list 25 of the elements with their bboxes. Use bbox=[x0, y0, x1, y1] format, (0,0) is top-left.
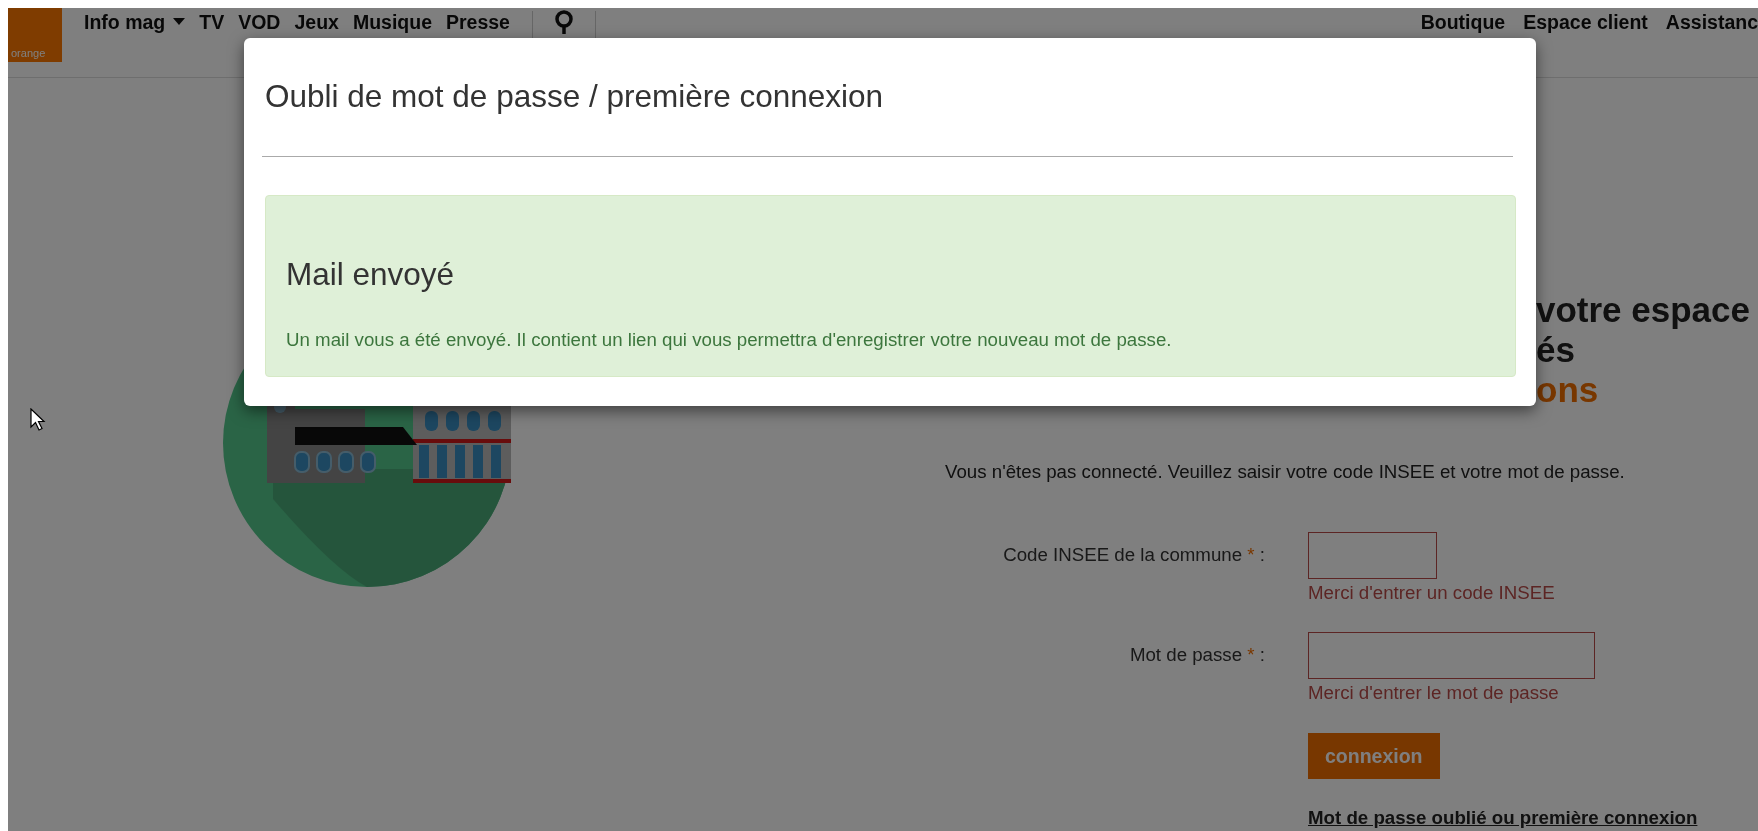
nav-link[interactable]: Assistanc bbox=[1665, 10, 1758, 33]
alert-message: Un mail vous a été envoyé. Il contient un lien qui vous permettra d'enregistrer votre nouveau mot de passe. bbox=[286, 330, 1172, 350]
nav-link[interactable]: Jeux bbox=[294, 10, 339, 33]
nav-link[interactable]: Boutique bbox=[1420, 10, 1506, 33]
modal-title: Oubli de mot de passe / première connexion bbox=[265, 77, 885, 114]
nav-link[interactable]: Musique bbox=[352, 10, 432, 33]
mouse-pointer-icon bbox=[30, 408, 46, 432]
caret-icon bbox=[173, 18, 186, 25]
login-instructions: Vous n'êtes pas connecté. Veuillez saisir votre code INSEE et votre mot de passe. bbox=[945, 462, 1625, 482]
error-message: Merci d'entrer le mot de passe bbox=[1308, 683, 1559, 703]
alert-heading: Mail envoyé bbox=[286, 256, 455, 292]
field-label: Code INSEE de la commune * : bbox=[1002, 545, 1265, 565]
error-message: Merci d'entrer un code INSEE bbox=[1308, 583, 1555, 603]
nav-link[interactable]: Presse bbox=[446, 10, 510, 33]
nav-link[interactable]: VOD bbox=[238, 10, 281, 33]
nav-link[interactable]: Espace client bbox=[1523, 10, 1648, 33]
field-label: Mot de passe * : bbox=[1128, 645, 1265, 665]
forgot-password-link[interactable]: Mot de passe oublié ou première connexion bbox=[1308, 808, 1698, 828]
input-field[interactable] bbox=[1308, 632, 1595, 679]
nav-link[interactable]: TV bbox=[199, 10, 225, 33]
input-field[interactable] bbox=[1308, 532, 1437, 579]
page-heading: votre espace bbox=[1536, 290, 1751, 330]
page-heading: ons bbox=[1536, 370, 1599, 410]
nav-link[interactable]: Info mag bbox=[84, 10, 186, 33]
page-heading: és bbox=[1536, 330, 1575, 370]
